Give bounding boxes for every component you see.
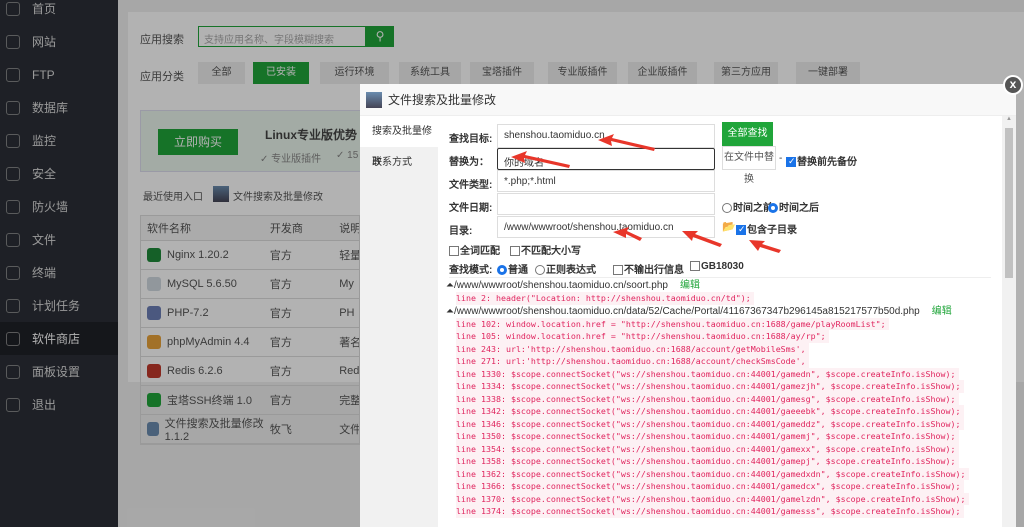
collapse-icon[interactable]: ⏶ [446,280,454,291]
result-line: line 1334: $scope.connectSocket("ws://sh… [456,380,964,393]
checkbox-icon [449,246,459,257]
directory-input[interactable]: /www/wwwroot/shenshou.taomiduo.cn [497,216,715,238]
result-line: line 243: url:'http://shenshou.taomiduo.… [456,342,809,355]
edit-link[interactable]: 编辑 [932,306,952,317]
folder-open-icon[interactable]: 📂 [722,220,736,233]
modal-tabs: 搜索及批量修改 联系方式 [360,116,438,527]
whole-word-label: 全词匹配 [460,246,500,257]
scrollbar[interactable]: ▲ [1002,116,1016,527]
scroll-up-icon[interactable]: ▲ [1002,116,1016,122]
radio-icon [722,203,732,214]
result-line: line 271: url:'http://shenshou.taomiduo.… [456,355,809,368]
backup-label: 替换前先备份 [797,157,857,168]
subdir-label: 包含子目录 [747,225,797,236]
result-line: line 1366: $scope.connectSocket("ws://sh… [456,480,964,493]
replace-in-files-button[interactable]: 在文件中替换 [722,146,776,185]
result-line: line 1374: $scope.connectSocket("ws://sh… [456,505,964,518]
ignore-case-checkbox[interactable]: 不匹配大小写 [510,242,581,257]
close-button[interactable]: x [1003,75,1023,95]
result-line: line 102: window.location.href = "http:/… [456,317,889,330]
collapse-icon[interactable]: ⏶ [446,306,454,317]
include-subdir-checkbox[interactable]: 包含子目录 [736,221,797,236]
radio-icon [497,265,507,276]
scrollbar-thumb[interactable] [1005,128,1013,278]
file-type-label: 文件类型: [449,180,493,191]
file-date-input[interactable] [497,193,715,215]
result-line: line 2: header("Location: http://shensho… [456,292,754,305]
result-line: line 1354: $scope.connectSocket("ws://sh… [456,442,959,455]
tab-contact[interactable]: 联系方式 [360,147,438,178]
result-line: line 1346: $scope.connectSocket("ws://sh… [456,417,964,430]
mode-normal-radio[interactable]: 普通 [497,261,528,276]
file-date-label: 文件日期: [449,203,493,214]
file-path: /www/wwwroot/shenshou.taomiduo.cn/soort.… [454,280,668,291]
mode-normal-label: 普通 [508,265,528,276]
modal-header: 文件搜索及批量修改 [360,84,1016,116]
search-results: ⏶/www/wwwroot/shenshou.taomiduo.cn/soort… [446,279,996,518]
result-line: line 1358: $scope.connectSocket("ws://sh… [456,455,959,468]
ignore-case-label: 不匹配大小写 [521,246,581,257]
checkbox-icon [613,265,623,276]
replace-label: 替换为： [449,157,489,168]
edit-link[interactable]: 编辑 [680,280,700,291]
divider [449,277,991,278]
find-all-button[interactable]: 全部查找 [722,122,773,146]
file-path: /www/wwwroot/shenshou.taomiduo.cn/data/5… [454,305,920,317]
no-line-info-label: 不输出行信息 [624,265,684,276]
file-type-input[interactable]: *.php;*.html [497,170,715,192]
gb18030-checkbox[interactable]: GB18030 [690,261,744,272]
radio-icon [535,265,545,276]
search-form: 查找目标: shenshou.taomiduo.cn 全部查找 替换为： 你的域… [438,116,1002,527]
directory-label: 目录: [449,226,473,237]
checkbox-icon [690,261,700,272]
result-line: line 105: window.location.href = "http:/… [456,330,829,343]
before-label: 时间之前 [733,203,773,214]
after-radio[interactable]: 时间之后 [768,199,819,214]
modal-title: 文件搜索及批量修改 [388,93,497,107]
before-radio[interactable]: 时间之前 [722,199,773,214]
after-label: 时间之后 [779,203,819,214]
result-file: ⏶/www/wwwroot/shenshou.taomiduo.cn/soort… [446,279,996,292]
result-line: line 1338: $scope.connectSocket("ws://sh… [456,392,959,405]
no-line-info-checkbox[interactable]: 不输出行信息 [613,261,684,276]
result-line: line 1350: $scope.connectSocket("ws://sh… [456,430,959,443]
checkbox-icon [786,156,796,168]
separator: - [779,153,783,164]
radio-icon [768,203,778,214]
backup-checkbox[interactable]: 替换前先备份 [786,153,857,168]
mode-label: 查找模式: [449,265,493,276]
result-file: ⏶/www/wwwroot/shenshou.taomiduo.cn/data/… [446,305,996,318]
result-line: line 1362: $scope.connectSocket("ws://sh… [456,467,969,480]
file-search-modal: 文件搜索及批量修改 搜索及批量修改 联系方式 查找目标: shenshou.ta… [360,84,1016,527]
tab-search-replace[interactable]: 搜索及批量修改 [360,116,438,168]
replace-input[interactable]: 你的域名 [497,148,715,170]
plugin-icon [366,91,382,108]
target-input[interactable]: shenshou.taomiduo.cn [497,124,715,148]
target-label: 查找目标: [449,134,493,145]
gb18030-label: GB18030 [701,261,744,272]
mode-regex-radio[interactable]: 正则表达式 [535,261,596,276]
result-line: line 1370: $scope.connectSocket("ws://sh… [456,492,969,505]
mode-regex-label: 正则表达式 [546,265,596,276]
checkbox-icon [510,246,520,257]
result-line: line 1342: $scope.connectSocket("ws://sh… [456,405,964,418]
result-line: line 1330: $scope.connectSocket("ws://sh… [456,367,959,380]
checkbox-icon [736,224,746,236]
whole-word-checkbox[interactable]: 全词匹配 [449,242,500,257]
